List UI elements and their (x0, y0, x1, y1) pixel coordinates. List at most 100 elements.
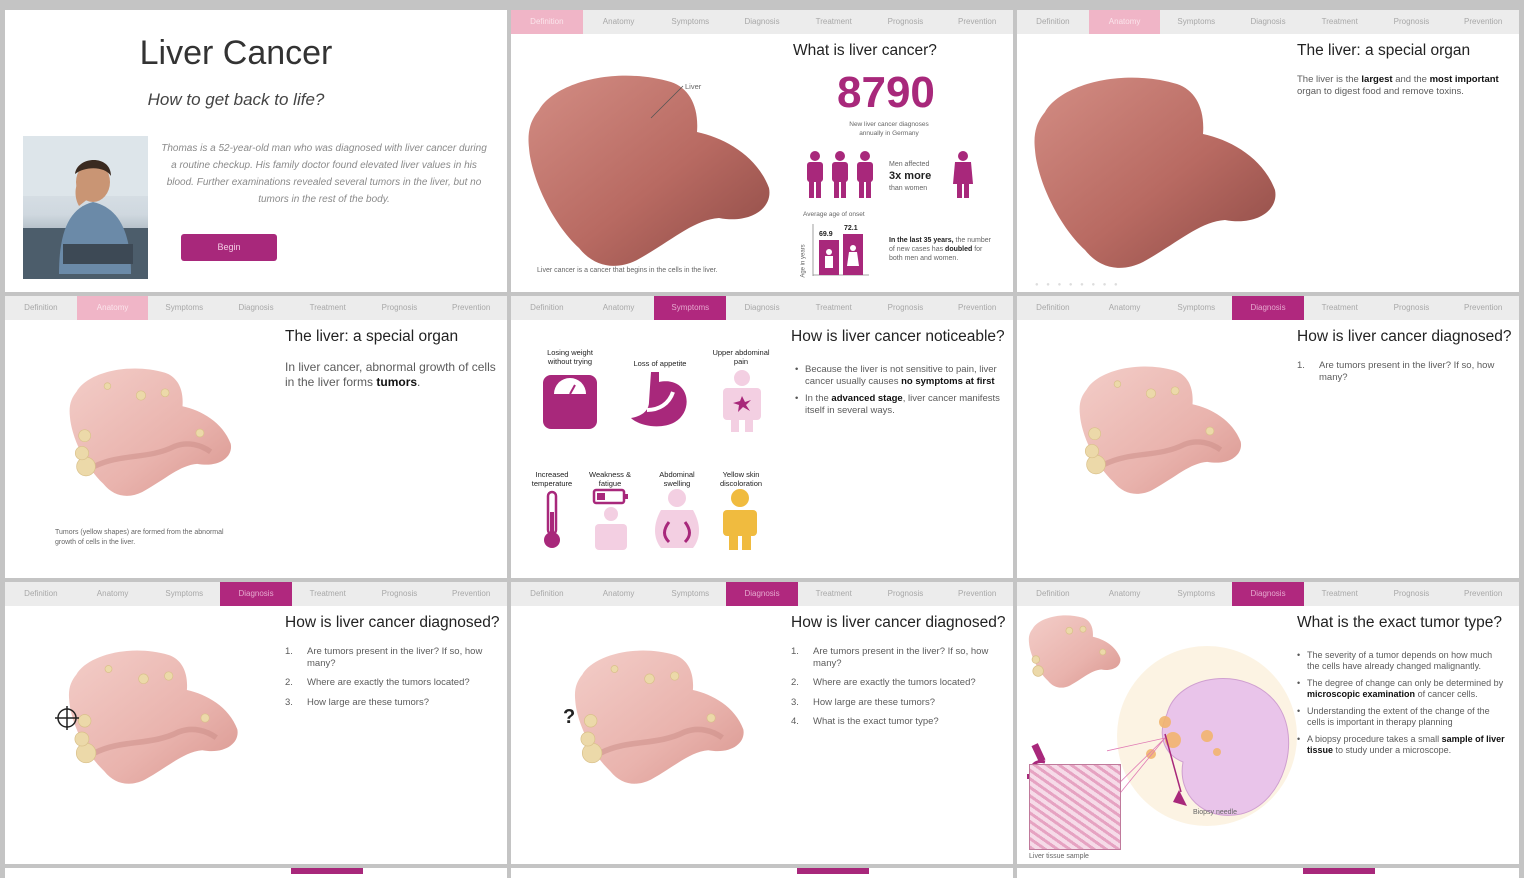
progress-dots: ● ● ● ● ● ● ● ● (1035, 282, 1121, 288)
age-axis-label: Age in years (800, 244, 807, 278)
tab-prognosis[interactable]: Prognosis (1376, 10, 1448, 34)
question-item: 3. How large are these tumors? (285, 696, 429, 708)
question-list: 1. Are tumors present in the liver? If so… (791, 646, 1006, 736)
bullet-item: A biopsy procedure takes a small sample … (1297, 734, 1507, 756)
tab-definition[interactable]: Definition (511, 296, 583, 320)
section-nav: Definition Anatomy Symptoms Diagnosis Tr… (5, 582, 507, 606)
tab-prevention[interactable]: Prevention (435, 582, 507, 606)
tab-prevention[interactable]: Prevention (941, 582, 1013, 606)
tab-prevention[interactable]: Prevention (1447, 296, 1519, 320)
slide-definition[interactable]: Definition Anatomy Symptoms Diagnosis Tr… (511, 10, 1013, 292)
tab-diagnosis[interactable]: Diagnosis (220, 296, 292, 320)
tab-anatomy[interactable]: Anatomy (1089, 296, 1161, 320)
tab-diagnosis[interactable]: Diagnosis (726, 296, 798, 320)
tab-prognosis[interactable]: Prognosis (870, 10, 942, 34)
question-text: Are tumors present in the liver? If so, … (1319, 360, 1495, 383)
tab-anatomy[interactable]: Anatomy (583, 296, 655, 320)
patient-photo (23, 136, 148, 279)
tab-prognosis[interactable]: Prognosis (1376, 582, 1448, 606)
tab-prevention[interactable]: Prevention (1447, 582, 1519, 606)
tab-prevention[interactable]: Prevention (941, 296, 1013, 320)
tab-diagnosis[interactable]: Diagnosis (726, 582, 798, 606)
slide-anatomy-2[interactable]: Definition Anatomy Symptoms Diagnosis Tr… (5, 296, 507, 578)
section-nav: Definition Anatomy Symptoms Diagnosis Tr… (1017, 10, 1519, 34)
tab-symptoms[interactable]: Symptoms (1160, 296, 1232, 320)
symptom-label: Loss of appetite (633, 359, 687, 368)
slide-tumor-type[interactable]: Definition Anatomy Symptoms Diagnosis Tr… (1017, 582, 1519, 864)
liver-tumor-illustration (49, 648, 259, 793)
tab-diagnosis[interactable]: Diagnosis (1232, 10, 1304, 34)
tab-anatomy[interactable]: Anatomy (583, 10, 655, 34)
tab-treatment[interactable]: Treatment (798, 582, 870, 606)
liver-label: Liver (685, 82, 702, 91)
tab-prevention[interactable]: Prevention (435, 296, 507, 320)
tab-symptoms[interactable]: Symptoms (654, 582, 726, 606)
tab-symptoms[interactable]: Symptoms (1160, 10, 1232, 34)
tab-definition[interactable]: Definition (511, 582, 583, 606)
slide-diagnosis-3[interactable]: Definition Anatomy Symptoms Diagnosis Tr… (5, 582, 507, 864)
text-bold-1: largest (1361, 74, 1393, 85)
tab-symptoms[interactable]: Symptoms (148, 582, 220, 606)
tab-prognosis[interactable]: Prognosis (1376, 296, 1448, 320)
tab-definition[interactable]: Definition (511, 10, 583, 34)
tab-definition[interactable]: Definition (1017, 296, 1089, 320)
question-item: 2. Where are exactly the tumors located? (285, 677, 470, 688)
text-part-2: . (417, 375, 421, 389)
tab-symptoms[interactable]: Symptoms (1160, 582, 1232, 606)
bullet-text: The severity of a tumor depends on how m… (1307, 650, 1493, 671)
trend-text: In the last 35 years, the number of new … (889, 236, 993, 263)
tab-treatment[interactable]: Treatment (798, 10, 870, 34)
bullet-text: of cancer cells. (1417, 689, 1478, 699)
tab-treatment[interactable]: Treatment (1304, 10, 1376, 34)
stat-caption: New liver cancer diagnoses annually in G… (849, 121, 929, 137)
tab-treatment[interactable]: Treatment (1304, 296, 1376, 320)
tab-prognosis[interactable]: Prognosis (870, 296, 942, 320)
tab-treatment[interactable]: Treatment (292, 296, 364, 320)
tab-definition[interactable]: Definition (1017, 10, 1089, 34)
bullet-text: The degree of change can only be determi… (1307, 678, 1504, 688)
tab-diagnosis[interactable]: Diagnosis (1232, 582, 1304, 606)
section-nav: Definition Anatomy Symptoms Diagnosis Tr… (511, 10, 1013, 34)
slide-title[interactable]: Liver Cancer How to get back to life? Th… (5, 10, 507, 292)
tab-diagnosis[interactable]: Diagnosis (726, 10, 798, 34)
begin-button[interactable]: Begin (181, 234, 277, 261)
bullet-item: The degree of change can only be determi… (1297, 678, 1507, 700)
tab-prognosis[interactable]: Prognosis (364, 582, 436, 606)
tab-symptoms[interactable]: Symptoms (654, 10, 726, 34)
slide-diagnosis-1[interactable]: Definition Anatomy Symptoms Diagnosis Tr… (1017, 296, 1519, 578)
next-slide-strip[interactable] (5, 868, 507, 878)
tumor-type-bullets: The severity of a tumor depends on how m… (1297, 650, 1507, 762)
tab-treatment[interactable]: Treatment (292, 582, 364, 606)
tab-anatomy[interactable]: Anatomy (583, 582, 655, 606)
age-men-value: 69.9 (819, 231, 833, 238)
tab-treatment[interactable]: Treatment (798, 296, 870, 320)
tab-definition[interactable]: Definition (1017, 582, 1089, 606)
tab-diagnosis[interactable]: Diagnosis (220, 582, 292, 606)
tab-treatment[interactable]: Treatment (1304, 582, 1376, 606)
slide-symptoms[interactable]: Definition Anatomy Symptoms Diagnosis Tr… (511, 296, 1013, 578)
tab-diagnosis[interactable]: Diagnosis (1232, 296, 1304, 320)
tab-definition[interactable]: Definition (5, 296, 77, 320)
tab-prognosis[interactable]: Prognosis (364, 296, 436, 320)
tab-symptoms[interactable]: Symptoms (654, 296, 727, 320)
tab-prevention[interactable]: Prevention (1447, 10, 1519, 34)
slide-anatomy-1[interactable]: Definition Anatomy Symptoms Diagnosis Tr… (1017, 10, 1519, 292)
bullet-text: A biopsy procedure takes a small (1307, 734, 1440, 744)
slide-diagnosis-4[interactable]: Definition Anatomy Symptoms Diagnosis Tr… (511, 582, 1013, 864)
symptom-label: Yellow skin discoloration (719, 470, 763, 488)
thermometer-icon (544, 490, 560, 548)
tab-definition[interactable]: Definition (5, 582, 77, 606)
slide-heading: The liver: a special organ (285, 328, 459, 345)
tab-prognosis[interactable]: Prognosis (870, 582, 942, 606)
tab-symptoms[interactable]: Symptoms (148, 296, 220, 320)
tab-anatomy[interactable]: Anatomy (76, 296, 149, 320)
tab-prevention[interactable]: Prevention (941, 10, 1013, 34)
question-text: Where are exactly the tumors located? (307, 677, 470, 688)
stat-number: 8790 (837, 68, 935, 117)
tab-anatomy[interactable]: Anatomy (77, 582, 149, 606)
next-slide-strip[interactable] (1017, 868, 1519, 878)
tab-anatomy[interactable]: Anatomy (1089, 582, 1161, 606)
next-slide-strip[interactable] (511, 868, 1013, 878)
symptom-label: Abdominal swelling (659, 470, 695, 488)
tab-anatomy[interactable]: Anatomy (1088, 10, 1161, 34)
